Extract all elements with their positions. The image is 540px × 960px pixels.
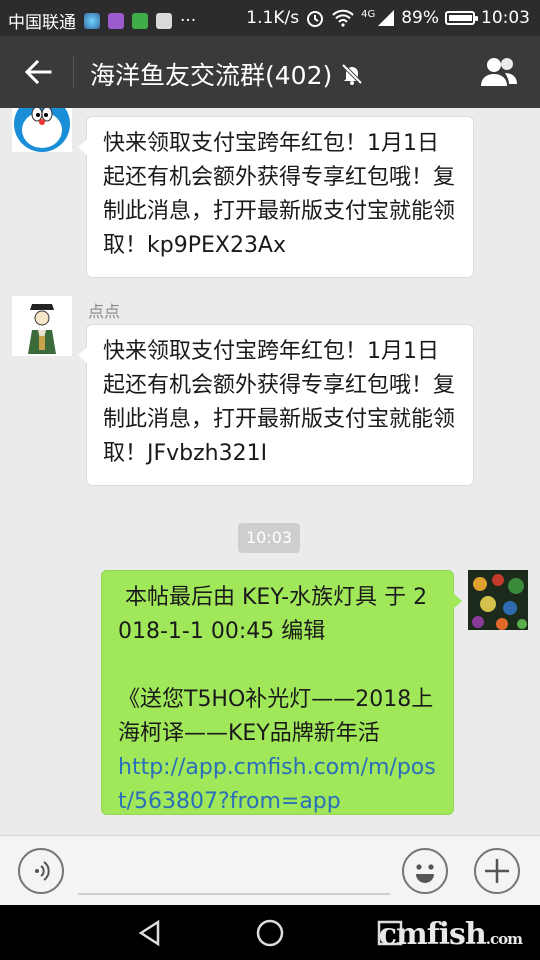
plus-icon[interactable]: [474, 848, 520, 894]
signal-icon: [378, 10, 395, 26]
my-message-headline: 《送您T5HO补光灯——2018上海柯译——KEY品牌新年活: [118, 687, 434, 746]
system-nav-bar: cmfish.com: [0, 905, 540, 960]
wifi-icon: [332, 9, 354, 27]
group-members-icon[interactable]: [478, 54, 520, 90]
battery-percent: 89%: [401, 8, 439, 28]
chat-area[interactable]: 快来领取支付宝跨年红包！1月1日起还有机会额外获得专享红包哦！复制此消息，打开最…: [0, 108, 540, 835]
watermark-logo: cmfish.com: [378, 917, 523, 952]
carrier-label: 中国联通: [8, 13, 76, 33]
chat-header: 海洋鱼友交流群(402): [0, 36, 540, 108]
header-divider: [73, 56, 74, 88]
chat-title: 海洋鱼友交流群(402): [90, 61, 333, 90]
scholar-avatar[interactable]: [12, 296, 72, 356]
voice-icon[interactable]: [18, 848, 64, 894]
status-bar: 中国联通 ··· 1.1K/s 4G 89% 10:03: [0, 0, 540, 36]
text-input[interactable]: [78, 893, 390, 895]
my-message-edit-note: 本帖最后由 KEY-水族灯具 于 2018-1-1 00:45 编辑: [118, 585, 428, 644]
battery-level-fill: [449, 15, 473, 21]
app-notification-icon: [84, 12, 100, 29]
aquarium-avatar[interactable]: [468, 570, 528, 630]
chat-title-wrap: 海洋鱼友交流群(402): [90, 56, 364, 92]
doraemon-avatar[interactable]: [12, 108, 72, 152]
battery-icon: [445, 11, 478, 25]
message-bubble[interactable]: 快来领取支付宝跨年红包！1月1日起还有机会额外获得专享红包哦！复制此消息，打开最…: [78, 324, 474, 486]
my-message-bubble[interactable]: 本帖最后由 KEY-水族灯具 于 2018-1-1 00:45 编辑 《送您T5…: [101, 570, 462, 815]
gallery-notification-icon: [108, 12, 124, 29]
clock: 10:03: [481, 8, 530, 28]
input-bar: [0, 835, 540, 906]
message-bubble[interactable]: 快来领取支付宝跨年红包！1月1日起还有机会额外获得专享红包哦！复制此消息，打开最…: [78, 116, 474, 278]
nav-home-icon[interactable]: [256, 919, 284, 947]
time-divider: 10:03: [238, 523, 300, 553]
stocks-notification-icon: [132, 12, 148, 29]
bell-muted-icon: [341, 63, 363, 85]
square-notification-icon: [156, 12, 172, 29]
net-speed: 1.1K/s: [246, 8, 300, 28]
more-notifications-icon: ···: [180, 10, 197, 31]
sender-name: 点点: [88, 302, 121, 321]
emoji-icon[interactable]: [402, 848, 448, 894]
net-type: 4G: [361, 8, 376, 20]
watermark-main: cmfish: [378, 917, 487, 952]
nav-back-icon[interactable]: [136, 919, 164, 947]
back-arrow-icon[interactable]: [20, 54, 56, 90]
alarm-icon: [307, 11, 324, 27]
message-link[interactable]: http://app.cmfish.com/m/post/563807?from…: [118, 755, 436, 814]
watermark-suffix: .com: [485, 930, 523, 948]
